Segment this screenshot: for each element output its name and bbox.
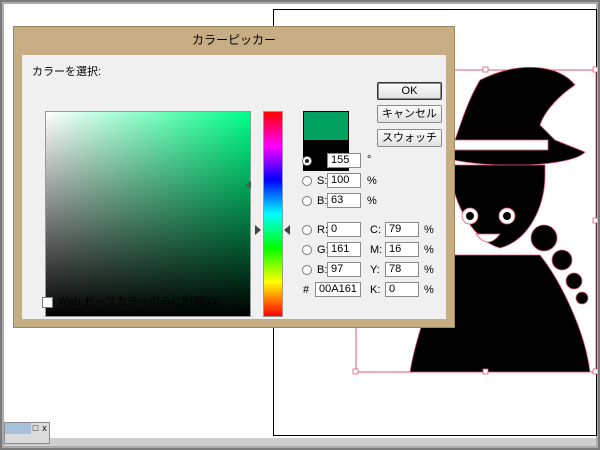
- web-safe-label: Web セーフカラーのみに制限(O): [58, 296, 220, 308]
- field-marker-icon: [246, 181, 251, 189]
- hue-unit: °: [367, 154, 372, 166]
- color-picker-dialog: カラーピッカー カラーを選択: OK キャンセル スウォッチ H: 155 ° …: [13, 26, 455, 328]
- close-icon[interactable]: x: [40, 424, 49, 433]
- blue-field[interactable]: 97: [327, 262, 361, 277]
- green-radio[interactable]: [302, 245, 312, 255]
- ok-button[interactable]: OK: [377, 82, 442, 100]
- cyan-unit: %: [424, 224, 434, 236]
- saturation-radio[interactable]: [302, 176, 312, 186]
- hue-slider[interactable]: [263, 111, 283, 317]
- color-field[interactable]: [45, 111, 251, 317]
- blue-radio[interactable]: [302, 265, 312, 275]
- brightness-unit: %: [367, 195, 377, 207]
- dialog-body: カラーを選択: OK キャンセル スウォッチ H: 155 ° S: 100 %…: [22, 55, 446, 319]
- saturation-unit: %: [367, 175, 377, 187]
- black-field[interactable]: 0: [385, 282, 419, 297]
- black-unit: %: [424, 284, 434, 296]
- hue-radio[interactable]: [302, 156, 312, 166]
- minimize-icon[interactable]: □: [31, 424, 40, 433]
- cyan-field[interactable]: 79: [385, 222, 419, 237]
- magenta-unit: %: [424, 244, 434, 256]
- red-field[interactable]: 0: [327, 222, 361, 237]
- blue-label: B:: [317, 264, 328, 276]
- select-color-label: カラーを選択:: [32, 66, 102, 78]
- cancel-button[interactable]: キャンセル: [377, 105, 442, 123]
- brightness-label: B:: [317, 195, 328, 207]
- saturation-label: S:: [317, 175, 328, 187]
- brightness-field[interactable]: 63: [327, 193, 361, 208]
- new-color-swatch: [303, 111, 349, 141]
- cyan-label: C:: [370, 224, 381, 236]
- web-safe-checkbox[interactable]: [42, 297, 53, 308]
- hue-field[interactable]: 155: [327, 153, 361, 168]
- hex-field[interactable]: 00A161: [315, 282, 361, 297]
- magenta-field[interactable]: 16: [385, 242, 419, 257]
- black-label: K:: [370, 284, 381, 296]
- yellow-label: Y:: [370, 264, 380, 276]
- hue-slider-right-arrow-icon[interactable]: [284, 225, 290, 235]
- hex-label: #: [303, 284, 310, 296]
- yellow-unit: %: [424, 264, 434, 276]
- swatches-button[interactable]: スウォッチ: [377, 129, 442, 147]
- dialog-title: カラーピッカー: [191, 33, 276, 47]
- brightness-radio[interactable]: [302, 196, 312, 206]
- mini-panel-titlebar: [5, 423, 31, 434]
- mini-panel: □ x: [4, 422, 50, 444]
- magenta-label: M:: [370, 244, 383, 256]
- green-field[interactable]: 161: [327, 242, 361, 257]
- saturation-field[interactable]: 100: [327, 173, 361, 188]
- yellow-field[interactable]: 78: [385, 262, 419, 277]
- red-radio[interactable]: [302, 225, 312, 235]
- hue-slider-left-arrow-icon[interactable]: [255, 225, 261, 235]
